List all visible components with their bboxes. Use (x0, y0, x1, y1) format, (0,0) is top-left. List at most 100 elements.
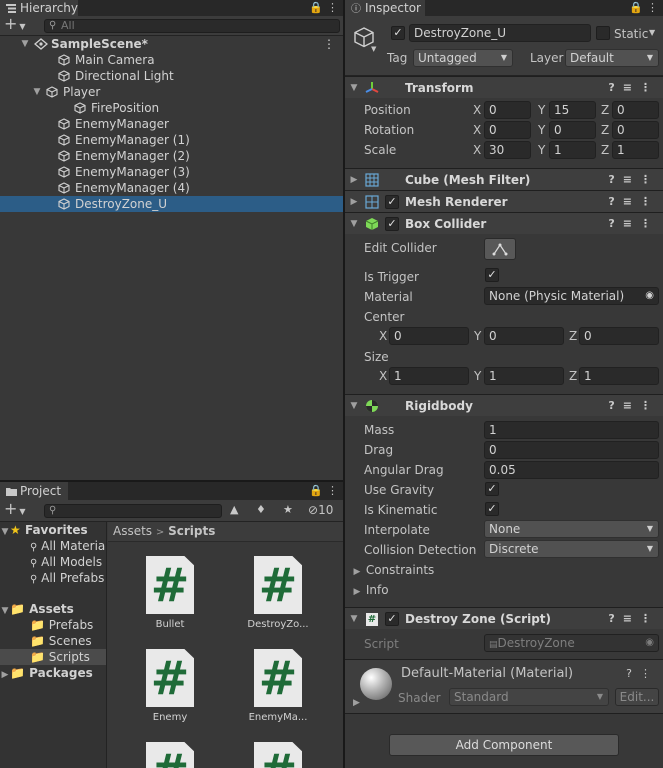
component-header-icons[interactable]: ?≡⋮ (608, 169, 659, 191)
physic-material-field[interactable]: None (Physic Material) ◉ (484, 287, 659, 305)
material-header-icons[interactable]: ?⋮ (626, 667, 659, 680)
hierarchy-item[interactable]: EnemyManager (4) (0, 180, 343, 196)
center-z-field[interactable]: 0 (579, 327, 659, 345)
position-y-field[interactable]: 15 (549, 101, 596, 119)
component-header-icons[interactable]: ?≡⋮ (608, 395, 659, 417)
is-kinematic-checkbox[interactable]: ✓ (485, 502, 499, 516)
breadcrumb-assets[interactable]: Assets (113, 524, 152, 538)
tag-dropdown[interactable]: Untagged ▼ (413, 49, 513, 67)
chevron-right-icon[interactable]: ▶ (353, 698, 360, 708)
hierarchy-item[interactable]: EnemyManager (0, 116, 343, 132)
lock-icon[interactable]: 🔒 (309, 484, 323, 498)
axis-x-label[interactable]: X (473, 101, 481, 119)
tab-project[interactable]: Project (0, 482, 68, 500)
axis-y-label[interactable]: Y (538, 121, 545, 139)
size-x-field[interactable]: 1 (389, 367, 469, 385)
axis-z-label[interactable]: Z (601, 141, 609, 159)
box-collider-header[interactable]: ▼ ✓ Box Collider ?≡⋮ (345, 212, 663, 234)
chevron-down-icon[interactable]: ▼ (32, 84, 42, 100)
scale-x-field[interactable]: 30 (484, 141, 531, 159)
hierarchy-item[interactable]: EnemyManager (1) (0, 132, 343, 148)
mass-field[interactable]: 1 (484, 421, 659, 439)
collision-detection-dropdown[interactable]: Discrete ▼ (484, 540, 659, 558)
hierarchy-item[interactable]: FirePosition (0, 100, 343, 116)
kebab-menu-icon[interactable]: ⋮ (647, 1, 658, 15)
add-button[interactable]: + ▼ (4, 16, 26, 34)
assets-header[interactable]: ▼ 📁 Assets (0, 601, 106, 617)
constraints-foldout[interactable]: ▶ Constraints (352, 563, 435, 579)
chevron-down-icon[interactable]: ▼ (649, 28, 655, 37)
hidden-packages-toggle[interactable]: ⊘10 (308, 503, 333, 517)
script-asset-enemymanager[interactable]: # EnemyMa... (228, 649, 328, 723)
lock-icon[interactable]: 🔒 (309, 1, 323, 15)
component-header-icons[interactable]: ?≡⋮ (608, 191, 659, 213)
is-trigger-checkbox[interactable]: ✓ (485, 268, 499, 282)
interpolate-dropdown[interactable]: None ▼ (484, 520, 659, 538)
hierarchy-item[interactable]: EnemyManager (3) (0, 164, 343, 180)
script-asset-partial-1[interactable]: # (120, 742, 220, 768)
shader-dropdown[interactable]: Standard ▼ (449, 688, 609, 706)
angular-drag-field[interactable]: 0.05 (484, 461, 659, 479)
filter-by-type-icon[interactable]: ▲ (230, 503, 238, 517)
destroy-zone-script-header[interactable]: ▼ # ✓ Destroy Zone (Script) ?≡⋮ (345, 607, 663, 629)
component-header-icons[interactable]: ?≡⋮ (608, 77, 659, 99)
position-x-field[interactable]: 0 (484, 101, 531, 119)
component-header-icons[interactable]: ?≡⋮ (608, 608, 659, 630)
kebab-menu-icon[interactable]: ⋮ (323, 36, 335, 52)
size-y-field[interactable]: 1 (484, 367, 564, 385)
scale-z-field[interactable]: 1 (612, 141, 659, 159)
position-z-field[interactable]: 0 (612, 101, 659, 119)
edit-collider-button[interactable] (484, 238, 516, 260)
rigidbody-header[interactable]: ▼ Rigidbody ?≡⋮ (345, 394, 663, 416)
script-enabled-checkbox[interactable]: ✓ (385, 612, 399, 626)
filter-by-label-icon[interactable]: ♦ (256, 503, 266, 517)
lock-icon[interactable]: 🔒 (629, 1, 643, 15)
script-asset-enemy[interactable]: # Enemy (120, 649, 220, 723)
axis-y-label[interactable]: Y (538, 101, 545, 119)
hierarchy-item[interactable]: Directional Light (0, 68, 343, 84)
object-picker-icon[interactable]: ◉ (645, 288, 654, 304)
packages-header[interactable]: ▶ 📁 Packages (0, 665, 106, 681)
hierarchy-search-input[interactable]: ⚲ All (44, 19, 340, 33)
axis-y-label[interactable]: Y (538, 141, 545, 159)
favorites-item-prefabs[interactable]: ⚲ All Prefabs (0, 570, 106, 586)
favorites-item-materials[interactable]: ⚲ All Materia (0, 538, 106, 554)
mesh-renderer-header[interactable]: ▶ ✓ Mesh Renderer ?≡⋮ (345, 190, 663, 212)
folder-scripts[interactable]: 📁 Scripts (0, 649, 106, 665)
kebab-menu-icon[interactable]: ⋮ (327, 484, 338, 498)
scale-y-field[interactable]: 1 (549, 141, 596, 159)
box-collider-enabled-checkbox[interactable]: ✓ (385, 217, 399, 231)
active-checkbox[interactable]: ✓ (391, 26, 405, 40)
info-foldout[interactable]: ▶ Info (352, 583, 389, 599)
transform-header[interactable]: ▼ Transform ?≡⋮ (345, 76, 663, 98)
hierarchy-item[interactable]: Main Camera (0, 52, 343, 68)
rotation-y-field[interactable]: 0 (549, 121, 596, 139)
scene-root-item[interactable]: ▼ SampleScene* ⋮ (0, 36, 343, 52)
folder-scenes[interactable]: 📁 Scenes (0, 633, 106, 649)
center-y-field[interactable]: 0 (484, 327, 564, 345)
axis-x-label[interactable]: X (473, 121, 481, 139)
tab-inspector[interactable]: ⓘ Inspector (345, 0, 425, 16)
kebab-menu-icon[interactable]: ⋮ (327, 1, 338, 15)
script-asset-partial-2[interactable]: # (228, 742, 328, 768)
script-asset-destroyzone[interactable]: # DestroyZo... (228, 556, 328, 630)
favorites-header[interactable]: ▼ ★ Favorites (0, 522, 106, 538)
breadcrumb-scripts[interactable]: Scripts (168, 524, 215, 538)
hierarchy-item[interactable]: EnemyManager (2) (0, 148, 343, 164)
rotation-z-field[interactable]: 0 (612, 121, 659, 139)
edit-shader-button[interactable]: Edit... (615, 688, 659, 706)
center-x-field[interactable]: 0 (389, 327, 469, 345)
folder-prefabs[interactable]: 📁 Prefabs (0, 617, 106, 633)
mesh-renderer-enabled-checkbox[interactable]: ✓ (385, 195, 399, 209)
rotation-x-field[interactable]: 0 (484, 121, 531, 139)
add-component-button[interactable]: Add Component (389, 734, 619, 756)
axis-z-label[interactable]: Z (601, 121, 609, 139)
chevron-down-icon[interactable]: ▼ (20, 36, 30, 52)
chevron-down-icon[interactable]: ▼ (371, 45, 376, 53)
object-name-field[interactable]: DestroyZone_U (409, 24, 591, 42)
script-asset-bullet[interactable]: # Bullet (120, 556, 220, 630)
drag-field[interactable]: 0 (484, 441, 659, 459)
component-header-icons[interactable]: ?≡⋮ (608, 213, 659, 235)
size-z-field[interactable]: 1 (579, 367, 659, 385)
mesh-filter-header[interactable]: ▶ Cube (Mesh Filter) ?≡⋮ (345, 168, 663, 190)
